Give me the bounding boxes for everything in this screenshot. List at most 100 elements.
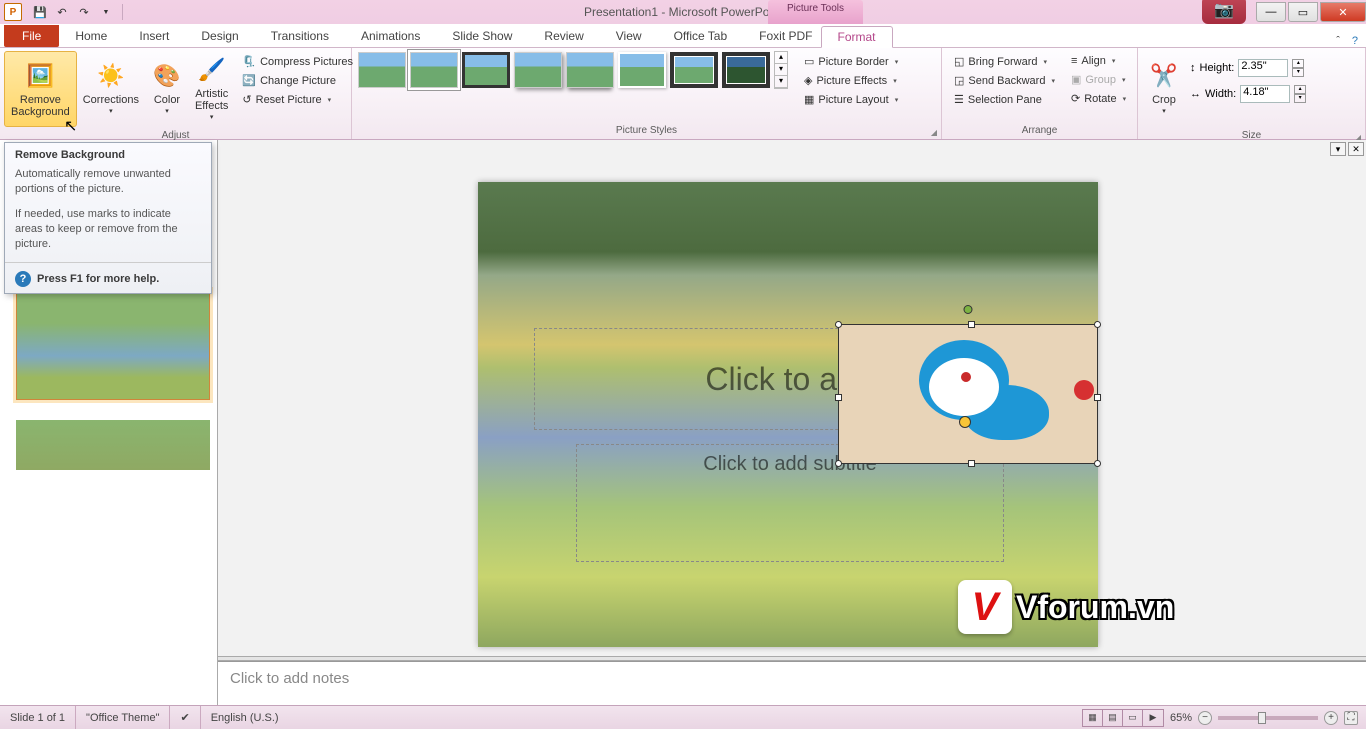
bring-forward-button[interactable]: ◱Bring Forward▾	[950, 53, 1059, 70]
tab-home[interactable]: Home	[59, 25, 123, 47]
width-field[interactable]: ↔ Width: 4.18" ▴▾	[1190, 85, 1306, 103]
picture-effects-button[interactable]: ◈Picture Effects▾	[800, 72, 902, 89]
rotate-handle[interactable]	[964, 305, 973, 314]
zoom-out-button[interactable]: −	[1198, 711, 1212, 725]
tab-officetab[interactable]: Office Tab	[658, 25, 744, 47]
tab-design[interactable]: Design	[185, 25, 254, 47]
corrections-button[interactable]: ☀️ Corrections▾	[77, 51, 145, 127]
resize-handle[interactable]	[1094, 394, 1101, 401]
ribbon-minimize-icon[interactable]: ˆ	[1336, 35, 1340, 47]
rotate-button[interactable]: ⟳Rotate▾	[1067, 90, 1130, 107]
redo-icon[interactable]: ↷	[74, 2, 94, 22]
corrections-icon: ☀️	[95, 60, 127, 92]
resize-handle[interactable]	[968, 460, 975, 467]
qat-customize-icon[interactable]: ▼	[96, 2, 116, 22]
zoom-thumb[interactable]	[1258, 712, 1266, 724]
selected-picture[interactable]	[838, 324, 1098, 464]
resize-handle[interactable]	[835, 394, 842, 401]
layout-icon: ▦	[804, 93, 814, 106]
resize-handle[interactable]	[835, 321, 842, 328]
remove-background-icon: 🖼️	[24, 60, 56, 92]
normal-view-icon[interactable]: ▦	[1083, 710, 1103, 726]
tab-animations[interactable]: Animations	[345, 25, 436, 47]
resize-handle[interactable]	[1094, 321, 1101, 328]
dialog-launcher-icon[interactable]: ◢	[931, 128, 937, 137]
window-title: Presentation1 - Microsoft PowerPoint	[584, 5, 782, 19]
width-label: Width:	[1205, 88, 1236, 100]
reading-view-icon[interactable]: ▭	[1123, 710, 1143, 726]
help-icon[interactable]: ?	[1352, 35, 1358, 47]
resize-handle[interactable]	[1094, 460, 1101, 467]
height-spinner[interactable]: ▴▾	[1292, 59, 1304, 77]
resize-handle[interactable]	[835, 460, 842, 467]
tab-transitions[interactable]: Transitions	[255, 25, 345, 47]
notes-placeholder[interactable]: Click to add notes	[218, 661, 1366, 705]
tab-review[interactable]: Review	[528, 25, 599, 47]
panel-dropdown-icon[interactable]: ▾	[1330, 142, 1346, 156]
tab-insert[interactable]: Insert	[123, 25, 185, 47]
style-thumb[interactable]	[410, 52, 458, 88]
close-button[interactable]: ✕	[1320, 2, 1366, 22]
tab-format[interactable]: Format	[821, 26, 893, 48]
save-icon[interactable]: 💾	[30, 2, 50, 22]
undo-icon[interactable]: ↶	[52, 2, 72, 22]
crop-button[interactable]: ✂️ Crop▾	[1142, 51, 1186, 127]
title-bar: P 💾 ↶ ↷ ▼ Presentation1 - Microsoft Powe…	[0, 0, 1366, 24]
slide-editor[interactable]: ▾ ✕ Click to add Click to add subtitle	[218, 140, 1366, 705]
width-input[interactable]: 4.18"	[1240, 85, 1290, 103]
status-theme[interactable]: "Office Theme"	[76, 706, 170, 729]
height-field[interactable]: ↕ Height: 2.35" ▴▾	[1190, 59, 1306, 77]
gallery-scroll[interactable]: ▴▾▾	[774, 51, 788, 89]
maximize-button[interactable]: ▭	[1288, 2, 1318, 22]
send-backward-button[interactable]: ◲Send Backward▾	[950, 72, 1059, 89]
ribbon: 🖼️ Remove Background ☀️ Corrections▾ 🎨 C…	[0, 48, 1366, 140]
picture-styles-gallery[interactable]: ▴▾▾	[356, 51, 790, 89]
change-picture-icon: 🔄	[242, 74, 256, 87]
style-thumb[interactable]	[670, 52, 718, 88]
reset-picture-button[interactable]: ↺Reset Picture▾	[238, 91, 357, 108]
picture-border-button[interactable]: ▭Picture Border▾	[800, 53, 902, 70]
change-picture-button[interactable]: 🔄Change Picture	[238, 72, 357, 89]
status-language[interactable]: English (U.S.)	[201, 706, 289, 729]
tab-slideshow[interactable]: Slide Show	[436, 25, 528, 47]
style-thumb[interactable]	[514, 52, 562, 88]
tab-view[interactable]: View	[600, 25, 658, 47]
rotate-icon: ⟳	[1071, 92, 1080, 105]
zoom-slider[interactable]	[1218, 716, 1318, 720]
group-button[interactable]: ▣Group▾	[1067, 71, 1130, 88]
app-icon: P	[4, 3, 22, 21]
slide-thumbnail[interactable]	[16, 290, 210, 400]
slide-canvas[interactable]: Click to add Click to add subtitle	[478, 182, 1098, 647]
panel-close-icon[interactable]: ✕	[1348, 142, 1364, 156]
width-spinner[interactable]: ▴▾	[1294, 85, 1306, 103]
compress-pictures-button[interactable]: 🗜️Compress Pictures	[238, 53, 357, 70]
fit-to-window-button[interactable]: ⛶	[1344, 711, 1358, 725]
slide-thumbnail-partial	[16, 420, 210, 470]
artistic-effects-button[interactable]: 🖌️ Artistic Effects▾	[189, 51, 234, 127]
group-label-styles: Picture Styles◢	[352, 125, 941, 139]
color-button[interactable]: 🎨 Color▾	[145, 51, 189, 127]
status-spellcheck[interactable]: ✔	[170, 706, 200, 729]
zoom-in-button[interactable]: +	[1324, 711, 1338, 725]
slideshow-view-icon[interactable]: ▶	[1143, 710, 1163, 726]
style-thumb[interactable]	[618, 52, 666, 88]
picture-layout-button[interactable]: ▦Picture Layout▾	[800, 91, 902, 108]
zoom-percent[interactable]: 65%	[1170, 712, 1192, 724]
align-button[interactable]: ≡Align▾	[1067, 53, 1130, 69]
camera-icon[interactable]: 📷	[1202, 0, 1246, 24]
group-icon: ▣	[1071, 73, 1081, 86]
style-thumb[interactable]	[358, 52, 406, 88]
status-slide-number[interactable]: Slide 1 of 1	[0, 706, 76, 729]
height-input[interactable]: 2.35"	[1238, 59, 1288, 77]
view-buttons[interactable]: ▦ ▤ ▭ ▶	[1082, 709, 1164, 727]
style-thumb[interactable]	[722, 52, 770, 88]
style-thumb[interactable]	[566, 52, 614, 88]
selection-pane-button[interactable]: ☰Selection Pane	[950, 91, 1059, 108]
tab-foxit[interactable]: Foxit PDF	[743, 25, 828, 47]
file-tab[interactable]: File	[4, 25, 59, 47]
remove-background-button[interactable]: 🖼️ Remove Background	[4, 51, 77, 127]
resize-handle[interactable]	[968, 321, 975, 328]
style-thumb[interactable]	[462, 52, 510, 88]
sorter-view-icon[interactable]: ▤	[1103, 710, 1123, 726]
minimize-button[interactable]: —	[1256, 2, 1286, 22]
